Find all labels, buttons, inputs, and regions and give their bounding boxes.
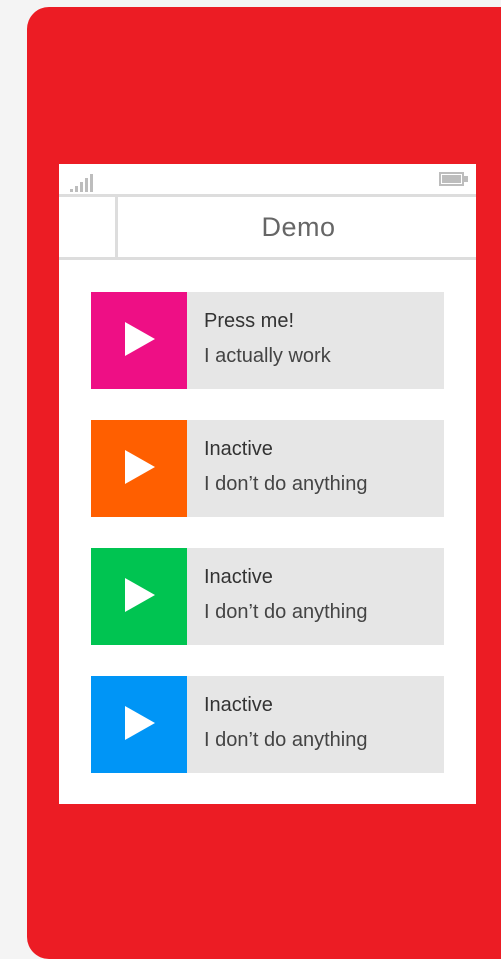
battery-icon (439, 172, 469, 188)
phone-screen: Demo Press me! I actually work Inactive … (59, 164, 476, 804)
status-bar (59, 164, 476, 197)
list-item-inactive[interactable]: Inactive I don’t do anything (91, 420, 444, 517)
play-icon (125, 450, 155, 484)
play-button[interactable] (91, 420, 187, 517)
item-title: Inactive (204, 694, 273, 716)
signal-strength-icon (70, 172, 110, 192)
back-button[interactable] (59, 197, 118, 257)
item-subtitle: I don’t do anything (204, 473, 368, 495)
play-icon (125, 322, 155, 356)
list-item-inactive[interactable]: Inactive I don’t do anything (91, 548, 444, 645)
item-subtitle: I don’t do anything (204, 729, 368, 751)
page-title: Demo (261, 212, 336, 242)
item-subtitle: I actually work (204, 345, 331, 367)
item-title: Inactive (204, 566, 273, 588)
play-icon (125, 706, 155, 740)
play-button[interactable] (91, 292, 187, 389)
list-item-press-me[interactable]: Press me! I actually work (91, 292, 444, 389)
item-subtitle: I don’t do anything (204, 601, 368, 623)
title-bar: Demo (59, 197, 476, 260)
play-button[interactable] (91, 548, 187, 645)
list-item-inactive[interactable]: Inactive I don’t do anything (91, 676, 444, 773)
item-title: Inactive (204, 438, 273, 460)
play-icon (125, 578, 155, 612)
play-button[interactable] (91, 676, 187, 773)
item-title: Press me! (204, 310, 295, 332)
